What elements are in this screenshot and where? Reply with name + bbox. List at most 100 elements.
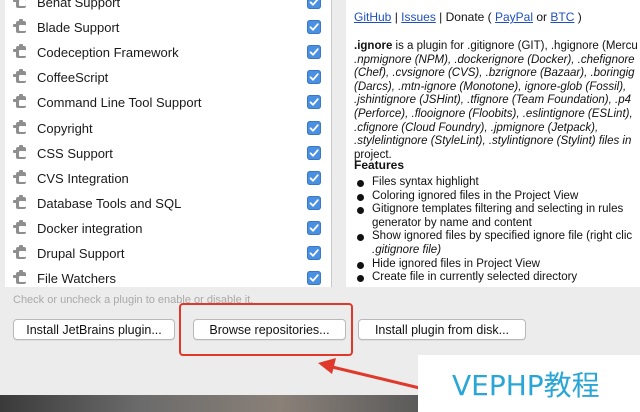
plugin-enabled-checkbox[interactable] bbox=[307, 70, 321, 85]
plugin-name: Copyright bbox=[37, 120, 93, 136]
features-heading: Features bbox=[354, 158, 405, 172]
plugin-row[interactable]: CSS Support bbox=[5, 141, 331, 166]
check-icon bbox=[309, 98, 319, 107]
feature-item: Show ignored files by specified ignore f… bbox=[354, 230, 640, 244]
plugin-name: Drupal Support bbox=[37, 246, 125, 261]
plugin-name: Codeception Framework bbox=[37, 45, 179, 61]
plugin-list[interactable]: Behat Support Blade Support Codeception Fr… bbox=[5, 0, 332, 287]
check-icon bbox=[309, 23, 319, 31]
or-text: or bbox=[533, 10, 551, 24]
plugin-enabled-checkbox[interactable] bbox=[307, 120, 321, 135]
bullet-icon bbox=[357, 193, 364, 201]
plugin-row[interactable]: CVS Integration bbox=[5, 166, 331, 191]
btc-link[interactable]: BTC bbox=[550, 10, 574, 24]
description-line: .cfignore (Cloud Foundry), .jpmignore (J… bbox=[354, 121, 599, 134]
plugin-row[interactable]: CoffeeScript bbox=[5, 65, 331, 90]
issues-link[interactable]: Issues bbox=[401, 10, 436, 24]
check-icon bbox=[309, 48, 319, 56]
feature-item: Coloring ignored files in the Project Vi… bbox=[354, 190, 640, 204]
plugin-enabled-checkbox[interactable] bbox=[307, 220, 321, 235]
github-link[interactable]: GitHub bbox=[354, 10, 391, 24]
description-lead: .ignore bbox=[354, 40, 393, 52]
plugin-icon bbox=[13, 169, 26, 184]
check-icon bbox=[309, 249, 319, 257]
install-jetbrains-plugin-button[interactable]: Install JetBrains plugin... bbox=[13, 319, 175, 340]
description-line: (Darcs), .mtn-ignore (Monotone), ignore-… bbox=[354, 80, 627, 93]
plugin-name: File Watchers bbox=[37, 271, 116, 287]
description-line: (Perforce), .flooignore (Floobits), .esl… bbox=[354, 107, 633, 120]
donate-text: | Donate ( bbox=[435, 10, 495, 24]
plugin-row[interactable]: Copyright bbox=[5, 116, 331, 141]
plugin-icon bbox=[13, 194, 26, 209]
feature-item: generator by name and content bbox=[354, 217, 640, 231]
feature-text: Create file in currently selected direct… bbox=[372, 271, 578, 284]
plugin-detail-pane: GitHub | Issues | Donate ( PayPal or BTC… bbox=[346, 0, 640, 287]
bullet-icon bbox=[357, 234, 364, 242]
plugin-row[interactable]: Codeception Framework bbox=[5, 40, 331, 65]
plugin-enabled-checkbox[interactable] bbox=[307, 145, 321, 160]
plugin-enabled-checkbox[interactable] bbox=[307, 246, 321, 260]
check-icon bbox=[309, 73, 319, 81]
plugin-name: CoffeeScript bbox=[37, 70, 109, 86]
features-list: Files syntax highlight Coloring ignored f… bbox=[354, 176, 640, 285]
install-plugin-from-disk-button[interactable]: Install plugin from disk... bbox=[358, 319, 526, 340]
plugin-name: Blade Support bbox=[37, 20, 120, 36]
highlight-box bbox=[179, 303, 353, 356]
plugin-enabled-checkbox[interactable] bbox=[307, 95, 321, 110]
plugin-row[interactable]: Behat Support bbox=[5, 0, 331, 15]
plugin-enabled-checkbox[interactable] bbox=[307, 170, 321, 185]
plugin-description: .ignore is a plugin for .gitignore (GIT)… bbox=[354, 40, 640, 162]
pane-divider bbox=[332, 0, 346, 287]
feature-text: .gitignore file) bbox=[372, 243, 442, 256]
plugin-row[interactable]: Blade Support bbox=[5, 15, 331, 40]
bullet-icon bbox=[357, 180, 364, 187]
watermark-text: VEPHP教程 bbox=[452, 369, 600, 402]
plugin-links: GitHub | Issues | Donate ( PayPal or BTC… bbox=[354, 10, 582, 25]
bullet-icon bbox=[357, 275, 364, 283]
plugin-enabled-checkbox[interactable] bbox=[307, 195, 321, 210]
plugin-enabled-checkbox[interactable] bbox=[307, 271, 321, 286]
plugin-row[interactable]: Drupal Support bbox=[5, 241, 331, 266]
check-icon bbox=[309, 274, 319, 282]
plugin-row[interactable]: Database Tools and SQL bbox=[5, 191, 331, 216]
feature-text: Show ignored files by specified ignore f… bbox=[372, 230, 633, 243]
plugin-row[interactable]: Command Line Tool Support bbox=[5, 90, 331, 115]
description-line: .jshintignore (JSHint), .tfignore (Team … bbox=[354, 94, 631, 107]
feature-text: Hide ignored files in Project View bbox=[372, 257, 540, 270]
description-line: .npmignore (NPM), .dockerignore (Docker)… bbox=[354, 53, 635, 66]
plugin-name: CVS Integration bbox=[37, 170, 129, 186]
plugin-icon bbox=[13, 44, 26, 59]
feature-item: Hide ignored files in Project View bbox=[354, 258, 640, 272]
plugin-icon bbox=[13, 245, 26, 259]
plugin-name: Docker integration bbox=[37, 220, 143, 236]
plugin-enabled-checkbox[interactable] bbox=[307, 20, 321, 35]
check-icon bbox=[309, 173, 319, 182]
plugin-icon bbox=[13, 219, 26, 234]
plugin-name: Command Line Tool Support bbox=[37, 95, 202, 111]
links-sep: | bbox=[391, 10, 402, 24]
plugin-row[interactable]: Docker integration bbox=[5, 216, 331, 241]
paypal-link[interactable]: PayPal bbox=[495, 10, 533, 24]
plugin-icon bbox=[13, 0, 26, 8]
feature-item: Files syntax highlight bbox=[354, 176, 640, 190]
plugin-name: Behat Support bbox=[37, 0, 121, 10]
description-line: (Chef), .cvsignore (CVS), .bzrignore (Ba… bbox=[354, 67, 635, 80]
feature-item: .gitignore file) bbox=[354, 244, 640, 258]
feature-text: Gitignore templates filtering and select… bbox=[372, 203, 624, 216]
check-icon bbox=[309, 199, 319, 207]
plugin-icon bbox=[13, 69, 26, 84]
check-icon bbox=[309, 0, 319, 6]
plugin-icon bbox=[13, 119, 26, 134]
watermark: VEPHP教程 bbox=[418, 355, 640, 412]
plugin-enabled-checkbox[interactable] bbox=[307, 0, 321, 9]
plugin-row[interactable]: File Watchers bbox=[5, 266, 331, 287]
plugin-enabled-checkbox[interactable] bbox=[307, 45, 321, 60]
feature-text: Coloring ignored files in the Project Vi… bbox=[372, 189, 579, 202]
description-line: is a plugin for .gitignore (GIT), .hgign… bbox=[392, 40, 638, 52]
bullet-icon bbox=[357, 207, 364, 215]
check-icon bbox=[309, 123, 319, 132]
close-paren: ) bbox=[574, 10, 582, 24]
plugin-icon bbox=[13, 270, 26, 285]
plugin-icon bbox=[13, 19, 26, 34]
feature-item: Gitignore templates filtering and select… bbox=[354, 203, 640, 217]
